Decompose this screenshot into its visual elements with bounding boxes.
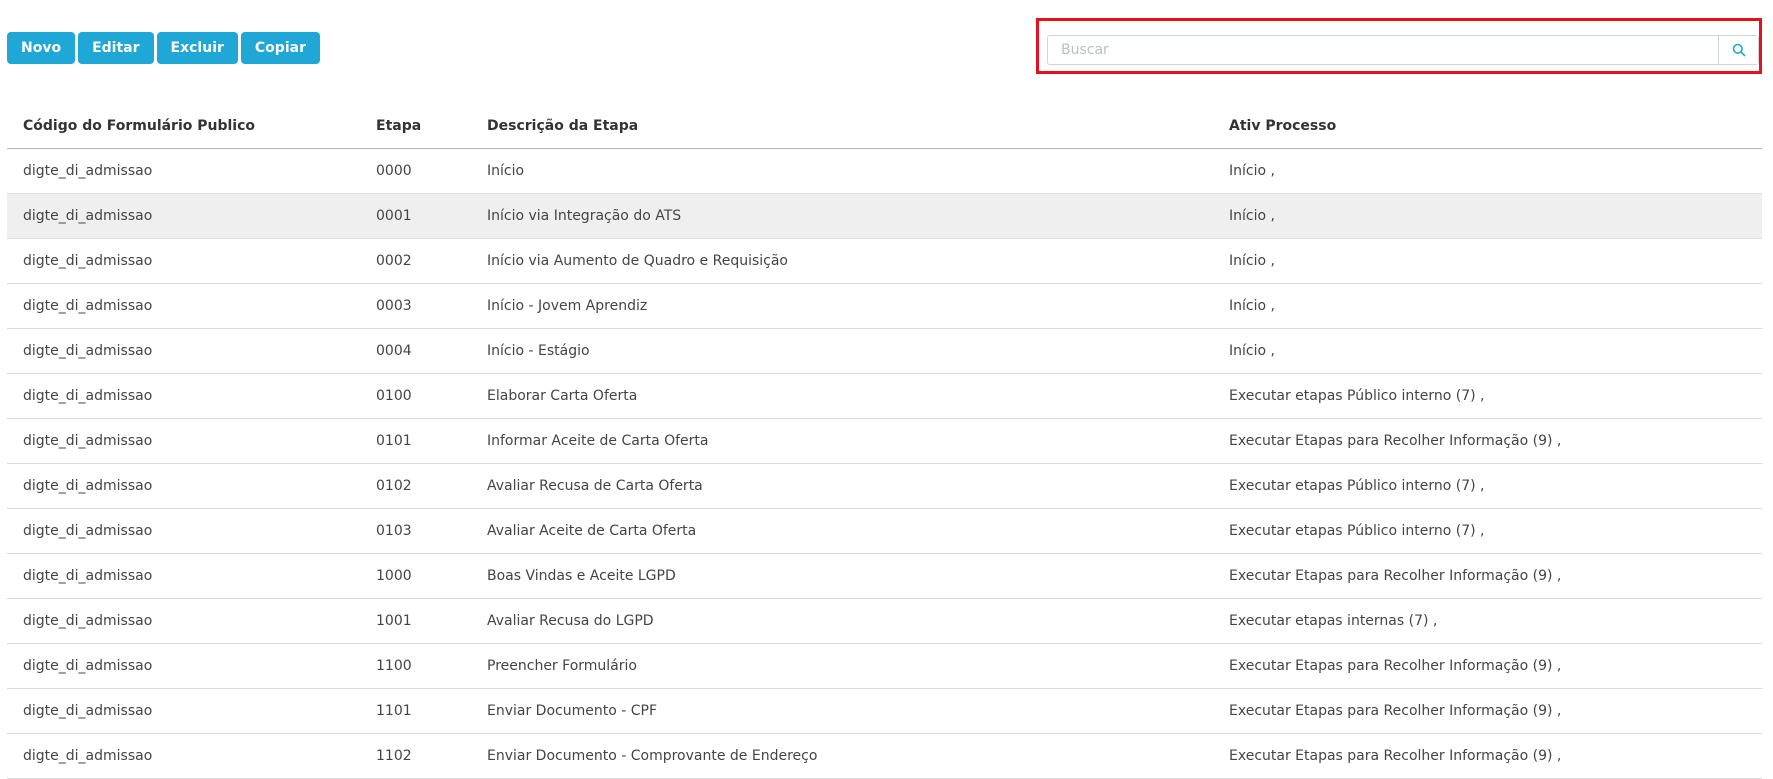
cell-codigo: digte_di_admissao: [23, 388, 153, 404]
cell-codigo: digte_di_admissao: [23, 613, 153, 629]
cell-descricao: Avaliar Recusa do LGPD: [487, 613, 654, 629]
table-header: Código do Formulário Publico Etapa Descr…: [7, 104, 1762, 149]
table-row[interactable]: digte_di_admissao 1001 Avaliar Recusa do L…: [7, 599, 1762, 644]
cell-etapa: 0102: [376, 478, 412, 494]
cell-ativ-processo: Executar Etapas para Recolher Informação…: [1229, 568, 1562, 584]
cell-descricao: Início via Integração do ATS: [487, 208, 682, 224]
table-row[interactable]: digte_di_admissao 1102 Enviar Documento - …: [7, 734, 1762, 779]
cell-descricao: Avaliar Recusa de Carta Oferta: [487, 478, 703, 494]
cell-etapa: 0004: [376, 343, 412, 359]
cell-codigo: digte_di_admissao: [23, 658, 153, 674]
cell-codigo: digte_di_admissao: [23, 523, 153, 539]
cell-etapa: 0101: [376, 433, 412, 449]
cell-descricao: Avaliar Aceite de Carta Oferta: [487, 523, 697, 539]
cell-descricao: Início - Jovem Aprendiz: [487, 298, 648, 314]
cell-descricao: Informar Aceite de Carta Oferta: [487, 433, 709, 449]
cell-descricao: Enviar Documento - CPF: [487, 703, 657, 719]
cell-etapa: 1001: [376, 613, 412, 629]
cell-etapa: 1101: [376, 703, 412, 719]
cell-etapa: 0000: [376, 163, 412, 179]
cell-codigo: digte_di_admissao: [23, 478, 153, 494]
cell-etapa: 0103: [376, 523, 412, 539]
table-row[interactable]: digte_di_admissao 1101 Enviar Documento - …: [7, 689, 1762, 734]
table-row[interactable]: digte_di_admissao 0001 Início via Integraç…: [7, 194, 1762, 239]
delete-button[interactable]: Excluir: [156, 32, 238, 64]
table-row[interactable]: digte_di_admissao 0002 Início via Aumento …: [7, 239, 1762, 284]
cell-codigo: digte_di_admissao: [23, 748, 153, 764]
cell-ativ-processo: Início ,: [1229, 253, 1275, 269]
cell-codigo: digte_di_admissao: [23, 298, 153, 314]
table-row[interactable]: digte_di_admissao 0102 Avaliar Recusa de C…: [7, 464, 1762, 509]
table-row[interactable]: digte_di_admissao 1100 Preencher Formulári…: [7, 644, 1762, 689]
cell-ativ-processo: Executar Etapas para Recolher Informação…: [1229, 748, 1562, 764]
table-row[interactable]: digte_di_admissao 0101 Informar Aceite de …: [7, 419, 1762, 464]
cell-ativ-processo: Início ,: [1229, 343, 1275, 359]
cell-codigo: digte_di_admissao: [23, 703, 153, 719]
cell-codigo: digte_di_admissao: [23, 568, 153, 584]
column-header-codigo[interactable]: Código do Formulário Publico: [7, 118, 376, 134]
cell-etapa: 1102: [376, 748, 412, 764]
search-button[interactable]: [1718, 36, 1758, 64]
cell-codigo: digte_di_admissao: [23, 433, 153, 449]
table-row[interactable]: digte_di_admissao 1000 Boas Vindas e Aceit…: [7, 554, 1762, 599]
cell-ativ-processo: Início ,: [1229, 163, 1275, 179]
cell-ativ-processo: Início ,: [1229, 208, 1275, 224]
cell-ativ-processo: Executar etapas Público interno (7) ,: [1229, 388, 1485, 404]
cell-descricao: Elaborar Carta Oferta: [487, 388, 638, 404]
new-button[interactable]: Novo: [7, 32, 76, 64]
column-header-etapa[interactable]: Etapa: [376, 118, 487, 134]
search-box: [1047, 35, 1759, 65]
cell-etapa: 0001: [376, 208, 412, 224]
cell-descricao: Início: [487, 163, 525, 179]
cell-etapa: 0002: [376, 253, 412, 269]
cell-ativ-processo: Executar Etapas para Recolher Informação…: [1229, 703, 1562, 719]
cell-etapa: 1000: [376, 568, 412, 584]
cell-ativ-processo: Executar Etapas para Recolher Informação…: [1229, 658, 1562, 674]
cell-descricao: Preencher Formulário: [487, 658, 637, 674]
copy-button[interactable]: Copiar: [240, 32, 320, 64]
column-header-descricao[interactable]: Descrição da Etapa: [487, 118, 1229, 134]
cell-descricao: Início - Estágio: [487, 343, 590, 359]
toolbar: Novo Editar Excluir Copiar: [7, 32, 320, 64]
cell-codigo: digte_di_admissao: [23, 208, 153, 224]
cell-codigo: digte_di_admissao: [23, 343, 153, 359]
cell-descricao: Início via Aumento de Quadro e Requisiçã…: [487, 253, 788, 269]
table-row[interactable]: digte_di_admissao 0103 Avaliar Aceite de C…: [7, 509, 1762, 554]
cell-etapa: 0100: [376, 388, 412, 404]
cell-codigo: digte_di_admissao: [23, 253, 153, 269]
cell-ativ-processo: Início ,: [1229, 298, 1275, 314]
cell-etapa: 1100: [376, 658, 412, 674]
cell-ativ-processo: Executar etapas Público interno (7) ,: [1229, 523, 1485, 539]
edit-button[interactable]: Editar: [78, 32, 154, 64]
table-row[interactable]: digte_di_admissao 0003 Início - Jovem Apre…: [7, 284, 1762, 329]
search-highlight-box: [1036, 18, 1762, 74]
table-row[interactable]: digte_di_admissao 0100 Elaborar Carta Ofer…: [7, 374, 1762, 419]
data-table: Código do Formulário Publico Etapa Descr…: [7, 104, 1762, 779]
cell-ativ-processo: Executar etapas internas (7) ,: [1229, 613, 1438, 629]
table-row[interactable]: digte_di_admissao 0004 Início - Estágio Iní…: [7, 329, 1762, 374]
cell-codigo: digte_di_admissao: [23, 163, 153, 179]
cell-ativ-processo: Executar Etapas para Recolher Informação…: [1229, 433, 1562, 449]
table-row[interactable]: digte_di_admissao 0000 Início Início ,: [7, 149, 1762, 194]
search-input[interactable]: [1048, 36, 1718, 64]
cell-ativ-processo: Executar etapas Público interno (7) ,: [1229, 478, 1485, 494]
column-header-ativ-processo[interactable]: Ativ Processo: [1229, 118, 1762, 134]
table-body: digte_di_admissao 0000 Início Início , digte…: [7, 149, 1762, 779]
cell-descricao: Boas Vindas e Aceite LGPD: [487, 568, 676, 584]
cell-descricao: Enviar Documento - Comprovante de Endere…: [487, 748, 818, 764]
search-icon: [1732, 43, 1745, 57]
cell-etapa: 0003: [376, 298, 412, 314]
